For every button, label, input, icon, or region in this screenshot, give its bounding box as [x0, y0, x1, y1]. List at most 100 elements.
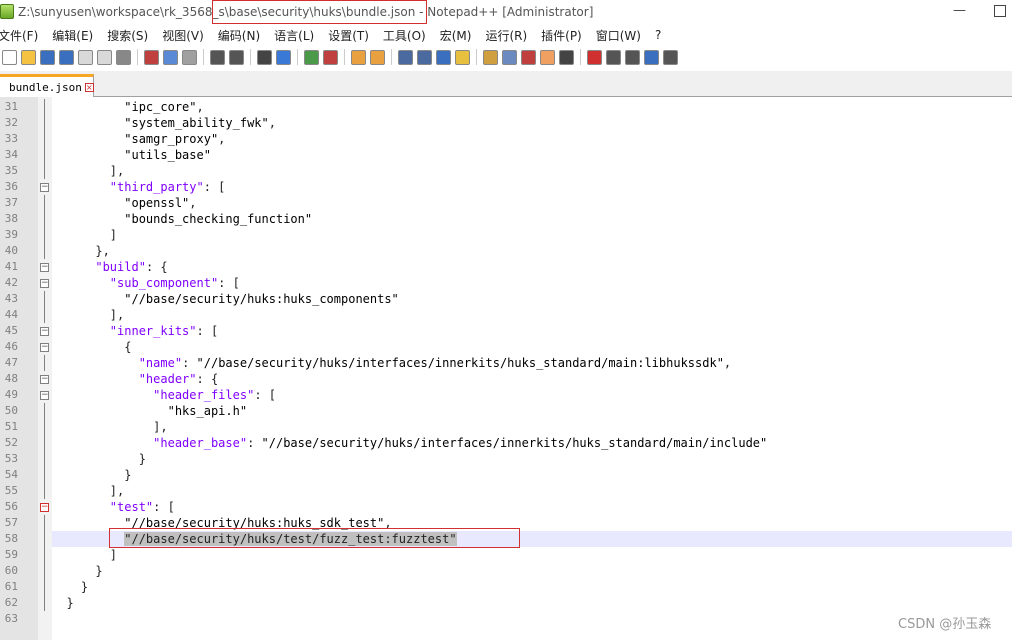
menu-item-1[interactable]: 编辑(E)	[52, 27, 93, 44]
code-line[interactable]: {	[52, 339, 1012, 355]
code-area[interactable]: "ipc_core", "system_ability_fwk", "samgr…	[52, 97, 1012, 640]
code-line[interactable]: }	[52, 563, 1012, 579]
fold-line	[44, 115, 45, 131]
fold-toggle-icon[interactable]: −	[40, 263, 49, 272]
save-macro-icon[interactable]	[663, 49, 678, 65]
tab-bundle-json[interactable]: bundle.json ×	[0, 74, 94, 97]
code-line[interactable]: "build": {	[52, 259, 1012, 275]
code-line[interactable]: }	[52, 467, 1012, 483]
replace-icon[interactable]	[276, 49, 291, 65]
folder-as-workspace-icon[interactable]	[521, 49, 536, 65]
word-wrap-icon[interactable]	[398, 49, 413, 65]
code-line[interactable]: "system_ability_fwk",	[52, 115, 1012, 131]
menu-item-8[interactable]: 宏(M)	[440, 27, 472, 44]
zoom-out-icon[interactable]	[323, 49, 338, 65]
menu-item-3[interactable]: 视图(V)	[162, 27, 204, 44]
code-line[interactable]: ],	[52, 307, 1012, 323]
fold-toggle-icon[interactable]: −	[40, 279, 49, 288]
code-line[interactable]: ]	[52, 227, 1012, 243]
code-line[interactable]: ],	[52, 163, 1012, 179]
doc-map-icon[interactable]	[483, 49, 498, 65]
new-file-icon[interactable]	[2, 49, 17, 65]
code-line[interactable]: }	[52, 595, 1012, 611]
code-line[interactable]: "ipc_core",	[52, 99, 1012, 115]
redo-icon[interactable]	[229, 49, 244, 65]
close-icon[interactable]	[78, 49, 93, 65]
menu-item-9[interactable]: 运行(R)	[485, 27, 527, 44]
find-icon[interactable]	[257, 49, 272, 65]
copy-icon[interactable]	[163, 49, 178, 65]
undo-icon[interactable]	[210, 49, 225, 65]
save-icon[interactable]	[40, 49, 55, 65]
cut-icon[interactable]	[144, 49, 159, 65]
notepadpp-app-icon[interactable]	[0, 4, 14, 19]
line-number: 31	[4, 100, 18, 113]
menu-item-4[interactable]: 编码(N)	[218, 27, 260, 44]
code-line[interactable]	[52, 611, 1012, 627]
menu-item-10[interactable]: 插件(P)	[541, 27, 582, 44]
editor[interactable]: 31 32 33 34 35 36 37 38 39 40 41 42 43 44 45 46 47 48 49 50…	[0, 97, 1012, 640]
stop-record-icon[interactable]	[606, 49, 621, 65]
fold-line	[44, 227, 45, 243]
code-line[interactable]: "test": [	[52, 499, 1012, 515]
code-line[interactable]: "openssl",	[52, 195, 1012, 211]
paste-icon[interactable]	[182, 49, 197, 65]
minimize-button[interactable]: —	[953, 3, 966, 18]
fold-line	[44, 131, 45, 147]
fold-toggle-icon[interactable]: −	[40, 343, 49, 352]
code-line[interactable]: ],	[52, 419, 1012, 435]
run-macro-multiple-icon[interactable]	[644, 49, 659, 65]
code-token: "//base/security/huks/interfaces/innerki…	[261, 436, 768, 450]
open-file-icon[interactable]	[21, 49, 36, 65]
show-all-chars-icon[interactable]	[417, 49, 432, 65]
code-line[interactable]: "header_files": [	[52, 387, 1012, 403]
sync-horizontal-icon[interactable]	[370, 49, 385, 65]
indent-guide-icon[interactable]	[436, 49, 451, 65]
code-line[interactable]: "bounds_checking_function"	[52, 211, 1012, 227]
close-all-icon[interactable]	[97, 49, 112, 65]
print-icon[interactable]	[116, 49, 131, 65]
menu-item-5[interactable]: 语言(L)	[274, 27, 314, 44]
fold-toggle-icon[interactable]: −	[40, 375, 49, 384]
code-token: : [	[153, 500, 175, 514]
folder-icon[interactable]	[540, 49, 555, 65]
toolbar-separator	[297, 49, 298, 65]
fold-toggle-icon[interactable]: −	[40, 183, 49, 192]
menu-item-6[interactable]: 设置(T)	[328, 27, 369, 44]
fold-toggle-icon[interactable]: −	[40, 327, 49, 336]
function-list-icon[interactable]	[502, 49, 517, 65]
code-line[interactable]: }	[52, 451, 1012, 467]
code-line[interactable]: "utils_base"	[52, 147, 1012, 163]
maximize-button[interactable]	[994, 5, 1006, 17]
tab-close-icon[interactable]: ×	[84, 82, 94, 92]
code-line[interactable]: "inner_kits": [	[52, 323, 1012, 339]
menu-item-7[interactable]: 工具(O)	[383, 27, 426, 44]
menu-item-0[interactable]: 文件(F)	[0, 27, 38, 44]
code-line[interactable]: ],	[52, 483, 1012, 499]
fold-toggle-icon[interactable]: −	[40, 503, 49, 512]
playback-icon[interactable]	[625, 49, 640, 65]
code-line[interactable]: "third_party": [	[52, 179, 1012, 195]
fold-toggle-icon[interactable]: −	[40, 391, 49, 400]
code-line[interactable]: "sub_component": [	[52, 275, 1012, 291]
code-line[interactable]: "name": "//base/security/huks/interfaces…	[52, 355, 1012, 371]
sync-vertical-icon[interactable]	[351, 49, 366, 65]
menu-item-11[interactable]: 窗口(W)	[596, 27, 641, 44]
code-line[interactable]: ]	[52, 547, 1012, 563]
user-lang-icon[interactable]	[455, 49, 470, 65]
code-line[interactable]: },	[52, 243, 1012, 259]
save-all-icon[interactable]	[59, 49, 74, 65]
record-macro-icon[interactable]	[587, 49, 602, 65]
code-token: : [	[254, 388, 276, 402]
zoom-in-icon[interactable]	[304, 49, 319, 65]
monitoring-icon[interactable]	[559, 49, 574, 65]
code-line[interactable]: "samgr_proxy",	[52, 131, 1012, 147]
code-line[interactable]: "hks_api.h"	[52, 403, 1012, 419]
code-line[interactable]: "//base/security/huks:huks_components"	[52, 291, 1012, 307]
menu-item-2[interactable]: 搜索(S)	[107, 27, 148, 44]
code-line[interactable]: }	[52, 579, 1012, 595]
code-line[interactable]: "header_base": "//base/security/huks/int…	[52, 435, 1012, 451]
menu-item-12[interactable]: ?	[655, 28, 661, 42]
code-line[interactable]: "header": {	[52, 371, 1012, 387]
